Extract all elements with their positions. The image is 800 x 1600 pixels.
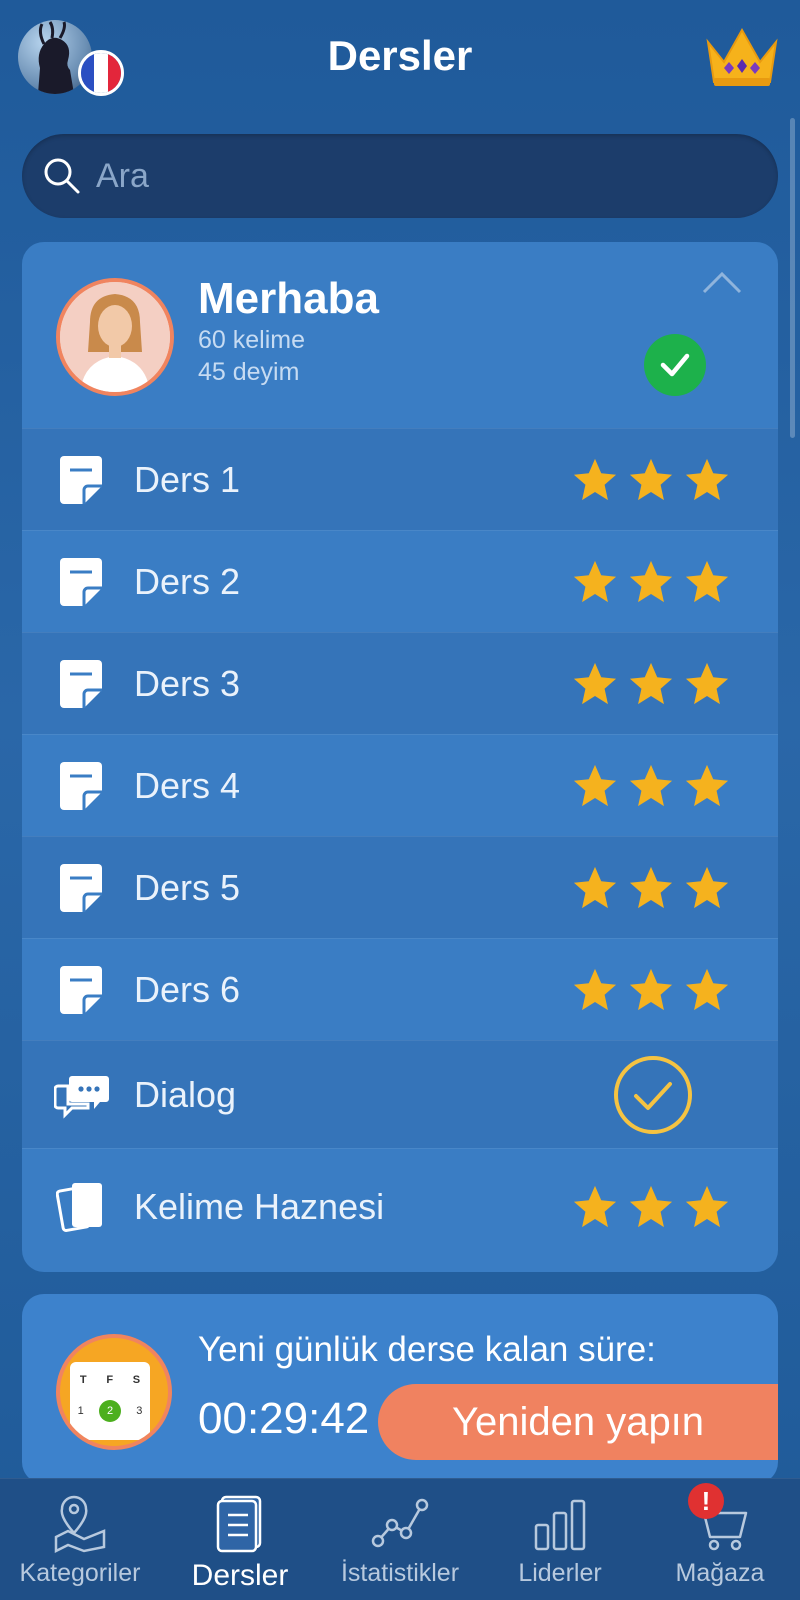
dialog-label: Dialog [134, 1073, 237, 1115]
lesson-row[interactable]: Ders 2 [22, 530, 778, 632]
star-icon [573, 866, 617, 908]
star-icon [573, 458, 617, 500]
dialog-row[interactable]: Dialog [22, 1040, 778, 1148]
star-icon [629, 1185, 673, 1227]
star-icon [685, 560, 729, 602]
lesson-label: Ders 5 [134, 866, 241, 908]
lesson-row[interactable]: Ders 3 [22, 632, 778, 734]
calendar-date-today: 2 [99, 1400, 121, 1422]
calendar-day: F [106, 1374, 114, 1386]
nav-label: Mağaza [675, 1559, 765, 1587]
chevron-up-icon[interactable] [702, 270, 742, 294]
nav-label: Liderler [518, 1559, 602, 1587]
star-icon [685, 1185, 729, 1227]
lesson-row[interactable]: Ders 6 [22, 938, 778, 1040]
star-icon [629, 458, 673, 500]
page-title: Dersler [327, 32, 473, 79]
lesson-label: Ders 2 [134, 560, 241, 602]
lesson-group-card: Merhaba 60 kelime 45 deyim Ders 1 Ders 2 D… [22, 242, 778, 1272]
calendar-date: 3 [136, 1405, 143, 1417]
document-icon [60, 863, 102, 912]
lesson-group-header[interactable]: Merhaba 60 kelime 45 deyim [22, 242, 778, 438]
lesson-stars [572, 967, 730, 1013]
dialog-icon [54, 1075, 109, 1119]
nav-categories[interactable]: Kategoriler [0, 1479, 160, 1600]
calendar-date: 1 [77, 1405, 84, 1417]
star-icon [685, 662, 729, 704]
stats-icon [371, 1498, 429, 1548]
star-icon [573, 764, 617, 806]
nav-label: İstatistikler [340, 1559, 460, 1587]
lesson-label: Ders 4 [134, 764, 241, 806]
star-icon [629, 968, 673, 1010]
lesson-stars [572, 865, 730, 911]
leaderboard-icon [534, 1499, 586, 1551]
word-count: 60 kelime [198, 326, 305, 354]
star-icon [629, 764, 673, 806]
lesson-stars [572, 457, 730, 503]
lesson-stars [572, 559, 730, 605]
star-icon [573, 560, 617, 602]
completed-check-icon [644, 334, 706, 396]
dialog-completed-icon [614, 1055, 692, 1134]
lesson-row[interactable]: Ders 5 [22, 836, 778, 938]
lesson-row[interactable]: Ders 4 [22, 734, 778, 836]
lesson-label: Ders 3 [134, 662, 241, 704]
vocabulary-stars [572, 1184, 730, 1230]
star-icon [685, 764, 729, 806]
star-icon [685, 866, 729, 908]
nav-lessons[interactable]: Dersler [160, 1479, 320, 1600]
document-icon [60, 557, 102, 606]
calendar-icon: T F S 1 2 3 [56, 1334, 172, 1450]
lesson-label: Ders 6 [134, 968, 241, 1010]
search-icon [44, 158, 80, 194]
redo-button[interactable]: Yeniden yapın [378, 1384, 778, 1460]
star-icon [573, 662, 617, 704]
star-icon [685, 968, 729, 1010]
bottom-navigation: Kategoriler Dersler İstatistikler Liderl… [0, 1478, 800, 1600]
search-input[interactable] [96, 156, 716, 196]
idiom-count: 45 deyim [198, 358, 300, 386]
document-icon [60, 965, 102, 1014]
countdown-timer: 00:29:42 [198, 1394, 370, 1443]
lesson-group-title: Merhaba [198, 274, 379, 323]
vocabulary-label: Kelime Haznesi [134, 1185, 385, 1227]
lesson-label: Ders 1 [134, 458, 241, 500]
document-icon [60, 761, 102, 810]
calendar-day: T [79, 1374, 87, 1386]
star-icon [685, 458, 729, 500]
lesson-stars [572, 763, 730, 809]
document-icon [60, 659, 102, 708]
star-icon [629, 662, 673, 704]
document-icon [60, 455, 102, 504]
book-icon [216, 1495, 262, 1553]
nav-statistics[interactable]: İstatistikler [320, 1479, 480, 1600]
nav-leaders[interactable]: Liderler [480, 1479, 640, 1600]
scrollbar[interactable] [790, 118, 795, 438]
notification-badge: ! [688, 1483, 724, 1519]
search-bar[interactable] [22, 134, 778, 218]
top-bar: Dersler [0, 0, 800, 120]
star-icon [629, 866, 673, 908]
nav-label: Kategoriler [19, 1559, 141, 1587]
cards-icon [56, 1182, 102, 1232]
star-icon [573, 1185, 617, 1227]
star-icon [573, 968, 617, 1010]
map-pin-icon [54, 1495, 106, 1553]
calendar-day: S [132, 1374, 141, 1386]
nav-label: Dersler [191, 1559, 289, 1592]
vocabulary-row[interactable]: Kelime Haznesi [22, 1148, 778, 1264]
teacher-avatar [56, 278, 174, 396]
lesson-row[interactable]: Ders 1 [22, 428, 778, 530]
nav-store[interactable]: ! Mağaza [640, 1479, 800, 1600]
daily-lesson-text: Yeni günlük derse kalan süre: [198, 1330, 656, 1369]
crown-icon[interactable] [702, 22, 782, 92]
star-icon [629, 560, 673, 602]
daily-lesson-card: T F S 1 2 3 Yeni günlük derse kalan süre… [22, 1294, 778, 1484]
lesson-stars [572, 661, 730, 707]
